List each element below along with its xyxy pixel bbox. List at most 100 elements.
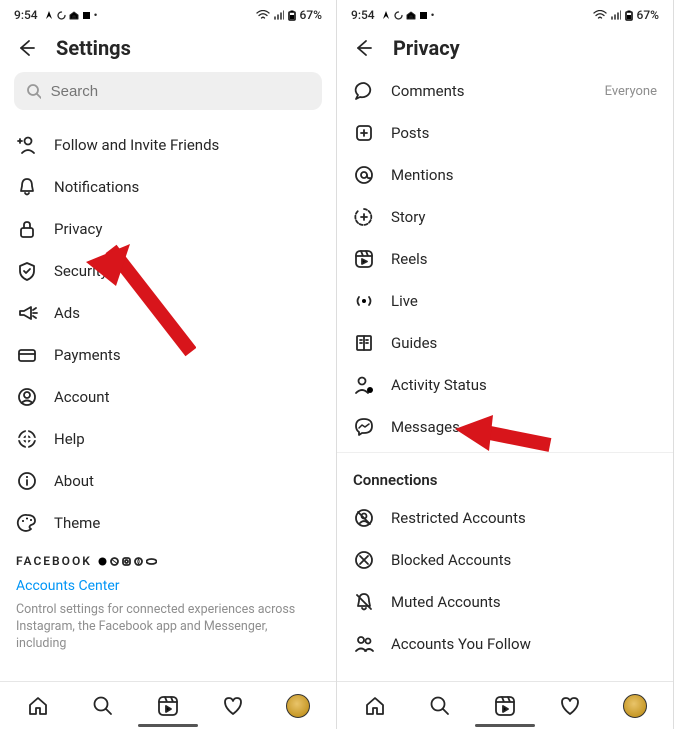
item-label: Payments [54, 346, 320, 364]
accounts-follow-icon [353, 633, 375, 655]
item-label: About [54, 472, 320, 490]
avatar-icon [286, 694, 310, 718]
blocked-icon [353, 549, 375, 571]
messenger-icon [353, 416, 375, 438]
nav-home[interactable] [25, 693, 51, 719]
divider [337, 452, 673, 453]
privacy-item-guides[interactable]: Guides [337, 322, 673, 364]
follow-invite-icon [16, 134, 38, 156]
battery-icon [288, 10, 296, 21]
settings-item-follow-invite[interactable]: Follow and Invite Friends [0, 124, 336, 166]
item-label: Live [391, 292, 657, 310]
wifi-icon [593, 10, 607, 20]
item-label: Muted Accounts [391, 593, 657, 611]
back-button[interactable] [14, 36, 38, 60]
item-label: Security [54, 262, 320, 280]
posts-icon [353, 122, 375, 144]
status-battery: 67% [637, 8, 659, 22]
restricted-icon [353, 507, 375, 529]
privacy-item-live[interactable]: Live [337, 280, 673, 322]
privacy-item-messages[interactable]: Messages [337, 406, 673, 448]
settings-item-privacy[interactable]: Privacy [0, 208, 336, 250]
status-battery: 67% [300, 8, 322, 22]
bell-icon [16, 176, 38, 198]
item-label: Privacy [54, 220, 320, 238]
avatar-icon [623, 694, 647, 718]
nav-profile[interactable] [285, 693, 311, 719]
live-icon [353, 290, 375, 312]
nav-indicator [475, 724, 535, 727]
at-icon [353, 164, 375, 186]
accounts-center-link[interactable]: Accounts Center [16, 578, 320, 594]
status-app-icons: • [44, 9, 98, 22]
item-label: Guides [391, 334, 657, 352]
nav-activity[interactable] [557, 693, 583, 719]
item-label: Story [391, 208, 657, 226]
signal-icon [274, 10, 284, 20]
search-input[interactable] [51, 83, 310, 100]
wifi-icon [256, 10, 270, 20]
status-bar: 9:54 • 67% [337, 0, 673, 28]
header: Privacy [337, 28, 673, 70]
story-icon [353, 206, 375, 228]
help-icon [16, 428, 38, 450]
account-icon [16, 386, 38, 408]
nav-reels[interactable] [492, 693, 518, 719]
lock-icon [16, 218, 38, 240]
nav-indicator [138, 724, 198, 727]
nav-reels[interactable] [155, 693, 181, 719]
settings-item-security[interactable]: Security [0, 250, 336, 292]
item-meta: Everyone [605, 84, 657, 99]
item-label: Theme [54, 514, 320, 532]
settings-item-payments[interactable]: Payments [0, 334, 336, 376]
megaphone-icon [16, 302, 38, 324]
facebook-block: FACEBOOK Accounts Center Control setting… [0, 544, 336, 653]
privacy-item-blocked[interactable]: Blocked Accounts [337, 539, 673, 581]
shield-icon [16, 260, 38, 282]
privacy-item-posts[interactable]: Posts [337, 112, 673, 154]
privacy-item-accounts-follow[interactable]: Accounts You Follow [337, 623, 673, 665]
privacy-screen: 9:54 • 67% Privacy Comments Everyone [337, 0, 674, 729]
comment-icon [353, 80, 375, 102]
search-bar[interactable] [14, 72, 322, 110]
page-title: Privacy [393, 36, 460, 60]
item-label: Reels [391, 250, 657, 268]
nav-activity[interactable] [220, 693, 246, 719]
item-label: Blocked Accounts [391, 551, 657, 569]
info-icon [16, 470, 38, 492]
back-button[interactable] [351, 36, 375, 60]
facebook-wordmark: FACEBOOK [16, 554, 320, 568]
item-label: Notifications [54, 178, 320, 196]
settings-item-account[interactable]: Account [0, 376, 336, 418]
privacy-item-mentions[interactable]: Mentions [337, 154, 673, 196]
item-label: Account [54, 388, 320, 406]
status-time: 9:54 [14, 8, 38, 22]
privacy-item-comments[interactable]: Comments Everyone [337, 70, 673, 112]
nav-search[interactable] [427, 693, 453, 719]
nav-home[interactable] [362, 693, 388, 719]
settings-item-theme[interactable]: Theme [0, 502, 336, 544]
activity-status-icon [353, 374, 375, 396]
privacy-item-restricted[interactable]: Restricted Accounts [337, 497, 673, 539]
settings-item-notifications[interactable]: Notifications [0, 166, 336, 208]
guides-icon [353, 332, 375, 354]
privacy-item-reels[interactable]: Reels [337, 238, 673, 280]
privacy-item-muted[interactable]: Muted Accounts [337, 581, 673, 623]
settings-item-ads[interactable]: Ads [0, 292, 336, 334]
nav-profile[interactable] [622, 693, 648, 719]
facebook-mini-icons [98, 557, 157, 566]
reels-icon [353, 248, 375, 270]
item-label: Mentions [391, 166, 657, 184]
facebook-description: Control settings for connected experienc… [16, 602, 320, 653]
card-icon [16, 344, 38, 366]
privacy-item-story[interactable]: Story [337, 196, 673, 238]
battery-icon [625, 10, 633, 21]
item-label: Posts [391, 124, 657, 142]
item-label: Follow and Invite Friends [54, 136, 320, 154]
item-label: Messages [391, 418, 657, 436]
settings-item-help[interactable]: Help [0, 418, 336, 460]
nav-search[interactable] [90, 693, 116, 719]
item-label: Help [54, 430, 320, 448]
settings-item-about[interactable]: About [0, 460, 336, 502]
privacy-item-activity-status[interactable]: Activity Status [337, 364, 673, 406]
